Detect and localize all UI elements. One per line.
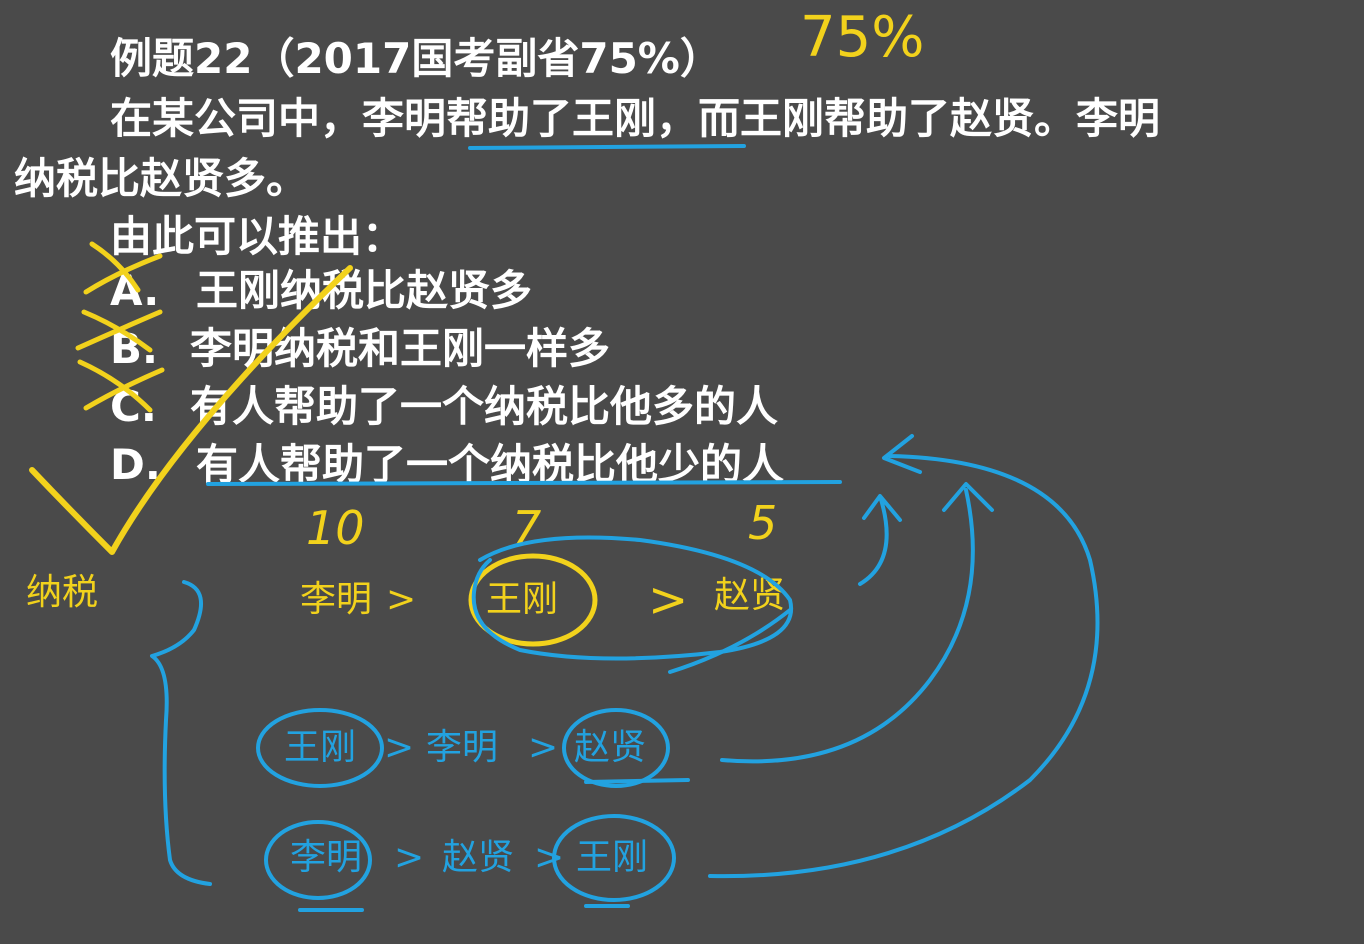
underline-chain2-c [584, 778, 690, 784]
chain1-a: 李明 [300, 579, 373, 620]
question-stem-line2: 纳税比赵贤多。 [14, 154, 309, 203]
question-heading: 例题22（2017国考副省75%） [110, 34, 722, 83]
chain1-gt2: > [648, 572, 689, 628]
option-c-text: 有人帮助了一个纳税比他多的人 [190, 382, 779, 431]
chain3-b: 赵贤 [442, 837, 515, 878]
underline-stem [468, 144, 746, 150]
handwritten-number-10: 10 [306, 501, 365, 555]
chain1-c: 赵贤 [714, 575, 787, 616]
handwritten-number-5: 5 [748, 496, 778, 550]
chain3-gt1: > [394, 837, 425, 878]
chain1-gt1: > [386, 579, 417, 620]
chain2-a: 王刚 [284, 727, 357, 768]
chain2-gt1: > [384, 727, 415, 768]
option-d-text: 有人帮助了一个纳税比他少的人 [196, 440, 785, 489]
handwritten-number-7: 7 [512, 501, 542, 555]
chain3-c: 王刚 [576, 837, 649, 878]
handwritten-tax-label: 纳税 [26, 572, 99, 613]
handwritten-top-note: 75% [800, 5, 925, 70]
chain2-b: 李明 [426, 727, 499, 768]
option-b-letter: B. [110, 324, 158, 373]
option-b-text: 李明纳税和王刚一样多 [190, 324, 611, 373]
option-a-letter: A. [110, 266, 160, 315]
option-d-letter: D. [110, 440, 161, 489]
chain3-gt2: > [534, 837, 565, 878]
chain2-c: 赵贤 [574, 727, 647, 768]
chain3-a: 李明 [290, 837, 363, 878]
option-c-letter: C. [110, 382, 157, 431]
question-stem-line1: 在某公司中，李明帮助了王刚，而王刚帮助了赵贤。李明 [110, 94, 1161, 143]
question-prompt: 由此可以推出： [110, 212, 405, 261]
chain1-b: 王刚 [486, 579, 559, 620]
brace-left [150, 580, 212, 886]
option-a-text: 王刚纳税比赵贤多 [196, 266, 533, 315]
chain2-gt2: > [528, 727, 559, 768]
